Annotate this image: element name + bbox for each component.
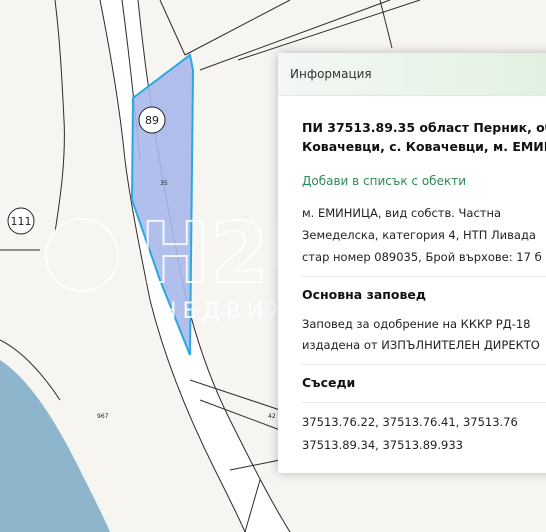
neighbors-list: 37513.76.22, 37513.76.41, 37513.76 37513… <box>302 411 546 457</box>
details-line-3: стар номер 089035, Брой върхове: 17 б <box>302 250 542 264</box>
parcel-title-line-1: ПИ 37513.89.35 област Перник, общ <box>302 120 546 135</box>
circle-label-89: 89 <box>138 106 166 134</box>
main-order-text: Заповед за одобрение на КККР РД-18 издад… <box>302 314 546 356</box>
parcel-title-line-2: Ковачевци, с. Ковачевци, м. ЕМИНИ <box>302 139 546 154</box>
circle-label-111-text: 111 <box>11 215 32 228</box>
circle-label-89-text: 89 <box>145 114 159 127</box>
parcel-number-35: 35 <box>160 180 168 187</box>
info-panel: Информация ПИ 37513.89.35 област Перник,… <box>278 53 546 473</box>
parcel-number-42: 42 <box>268 413 276 420</box>
panel-header: Информация <box>278 53 546 96</box>
parcel-title: ПИ 37513.89.35 област Перник, общ Коваче… <box>302 118 546 156</box>
order-line-1: Заповед за одобрение на КККР РД-18 <box>302 317 531 331</box>
parcel-number-967: 967 <box>97 413 109 420</box>
neighbors-line-1[interactable]: 37513.76.22, 37513.76.41, 37513.76 <box>302 411 546 434</box>
details-line-2: Земеделска, категория 4, НТП Ливада <box>302 228 536 242</box>
divider <box>302 402 546 403</box>
divider <box>302 364 546 365</box>
order-line-2: издадена от ИЗПЪЛНИТЕЛЕН ДИРЕКТО <box>302 338 540 352</box>
main-order-heading: Основна заповед <box>302 287 426 302</box>
neighbors-line-2[interactable]: 37513.89.34, 37513.89.933 <box>302 434 546 457</box>
parcel-details: м. ЕМИНИЦА, вид собств. Частна Земеделск… <box>302 202 546 268</box>
circle-label-111: 111 <box>7 207 35 235</box>
divider <box>302 276 546 277</box>
panel-header-title: Информация <box>290 67 372 81</box>
neighbors-heading: Съседи <box>302 375 356 390</box>
add-to-list-link[interactable]: Добави в списък с обекти <box>302 174 546 188</box>
panel-body: ПИ 37513.89.35 област Перник, общ Коваче… <box>278 118 546 457</box>
details-line-1: м. ЕМИНИЦА, вид собств. Частна <box>302 206 502 220</box>
